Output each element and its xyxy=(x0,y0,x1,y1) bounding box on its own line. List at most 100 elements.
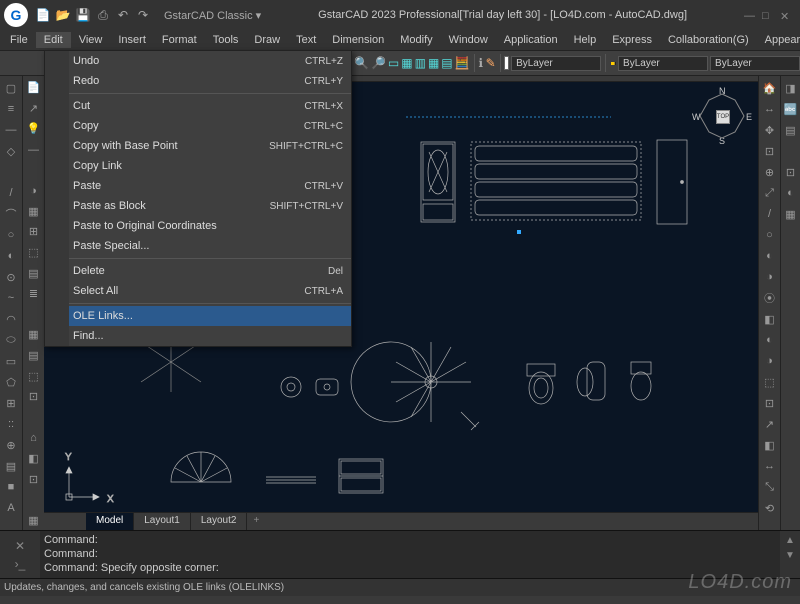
toolbar-button-a1[interactable]: 🔎 xyxy=(371,52,386,74)
modify-tool-16[interactable]: ↗ xyxy=(760,414,780,434)
draw-tool-2[interactable]: — xyxy=(1,120,21,140)
panel-tool-0[interactable]: ◨ xyxy=(781,78,800,98)
aux-tool-12[interactable]: ▦ xyxy=(24,325,44,345)
menu-item-paste-as-block[interactable]: ▣Paste as BlockSHIFT+CTRL+V xyxy=(45,196,351,216)
modify-tool-5[interactable]: ⤢ xyxy=(760,183,780,203)
aux-tool-16[interactable] xyxy=(24,408,44,428)
layer-select-2[interactable]: ByLayer xyxy=(710,56,800,71)
qat-button-5[interactable]: ↷ xyxy=(134,6,152,24)
menu-item-find---[interactable]: 🔍Find... xyxy=(45,326,351,346)
cmd-prompt-icon[interactable]: ›_ xyxy=(15,557,26,571)
menu-item-delete[interactable]: ◆DeleteDel xyxy=(45,261,351,281)
draw-tool-6[interactable]: ⌒ xyxy=(1,204,21,224)
draw-tool-20[interactable]: A xyxy=(1,498,21,518)
menu-item-copy-with-base-point[interactable]: 📋Copy with Base PointSHIFT+CTRL+C xyxy=(45,136,351,156)
draw-tool-5[interactable]: / xyxy=(1,183,21,203)
layer-select-1[interactable]: ByLayer xyxy=(618,56,708,71)
modify-tool-14[interactable]: ⬚ xyxy=(760,372,780,392)
aux-tool-2[interactable]: 💡 xyxy=(24,119,44,139)
aux-tool-19[interactable]: ⊡ xyxy=(24,469,44,489)
draw-tool-1[interactable]: ≡ xyxy=(1,99,21,119)
draw-tool-0[interactable]: ▢ xyxy=(1,78,21,98)
menu-item-copy-link[interactable]: 🔗Copy Link xyxy=(45,156,351,176)
modify-tool-1[interactable]: ↔ xyxy=(760,99,780,119)
aux-tool-3[interactable]: — xyxy=(24,140,44,160)
modify-tool-19[interactable]: ⤡ xyxy=(760,477,780,497)
modify-tool-2[interactable]: ✥ xyxy=(760,120,780,140)
menu-draw[interactable]: Draw xyxy=(246,32,288,48)
layout-tab-layout2[interactable]: Layout2 xyxy=(191,513,248,530)
view-cube-top[interactable]: TOP xyxy=(716,110,730,124)
qat-button-0[interactable]: 📄 xyxy=(34,6,52,24)
draw-tool-10[interactable]: ~ xyxy=(1,288,21,308)
aux-tool-5[interactable]: ◑ xyxy=(24,181,44,201)
toolbar-button-a0[interactable]: 🔍 xyxy=(354,52,369,74)
toolbar-button-a6[interactable]: ▤ xyxy=(441,52,452,74)
aux-tool-8[interactable]: ⬚ xyxy=(24,243,44,263)
toolbar-button-a7[interactable]: 🧮 xyxy=(455,52,470,74)
menu-item-redo[interactable]: ↷RedoCTRL+Y xyxy=(45,71,351,91)
modify-tool-17[interactable]: ◧ xyxy=(760,435,780,455)
menu-collaborationg[interactable]: Collaboration(G) xyxy=(660,32,757,48)
modify-tool-6[interactable]: / xyxy=(760,204,780,224)
aux-tool-20[interactable] xyxy=(24,490,44,510)
panel-tool-3[interactable] xyxy=(781,141,800,161)
panel-tool-6[interactable]: ▦ xyxy=(781,204,800,224)
aux-tool-0[interactable]: 📄 xyxy=(24,78,44,98)
modify-tool-11[interactable]: ◧ xyxy=(760,309,780,329)
modify-tool-20[interactable]: ⟲ xyxy=(760,498,780,518)
menu-edit[interactable]: Edit xyxy=(36,32,71,48)
close-button[interactable]: ✕ xyxy=(780,10,790,20)
layout-tab-layout1[interactable]: Layout1 xyxy=(134,513,191,530)
modify-tool-8[interactable]: ◐ xyxy=(760,246,780,266)
command-history[interactable]: Command:Command:Command: Specify opposit… xyxy=(40,531,780,578)
menu-tools[interactable]: Tools xyxy=(205,32,247,48)
draw-tool-16[interactable]: :: xyxy=(1,414,21,434)
menu-format[interactable]: Format xyxy=(154,32,205,48)
modify-tool-9[interactable]: ◑ xyxy=(760,267,780,287)
modify-tool-13[interactable]: ◑ xyxy=(760,351,780,371)
toolbar-button-b0[interactable]: ℹ xyxy=(478,52,484,74)
toolbar-button-b1[interactable]: ✎ xyxy=(486,52,496,74)
draw-tool-15[interactable]: ⊞ xyxy=(1,393,21,413)
draw-tool-4[interactable] xyxy=(1,162,21,182)
menu-item-paste[interactable]: 📄PasteCTRL+V xyxy=(45,176,351,196)
draw-tool-8[interactable]: ◐ xyxy=(1,246,21,266)
menu-modify[interactable]: Modify xyxy=(392,32,440,48)
cmd-scroll-up[interactable]: ▲ xyxy=(785,535,795,546)
aux-tool-10[interactable]: ≣ xyxy=(24,284,44,304)
cmd-scroll-down[interactable]: ▼ xyxy=(785,550,795,561)
menu-help[interactable]: Help xyxy=(566,32,605,48)
panel-tool-5[interactable]: ◐ xyxy=(781,183,800,203)
view-cube[interactable]: N S E W TOP xyxy=(694,88,750,144)
app-logo[interactable]: G xyxy=(4,3,28,27)
draw-tool-3[interactable]: ◇ xyxy=(1,141,21,161)
toolbar-button-a2[interactable]: ▭ xyxy=(388,52,399,74)
menu-item-paste-to-original-coordinates[interactable]: ▤Paste to Original Coordinates xyxy=(45,216,351,236)
aux-tool-15[interactable]: ⊡ xyxy=(24,387,44,407)
menu-file[interactable]: File xyxy=(2,32,36,48)
add-layout-tab[interactable]: + xyxy=(247,513,265,530)
qat-button-2[interactable]: 💾 xyxy=(74,6,92,24)
menu-item-cut[interactable]: ✂CutCTRL+X xyxy=(45,96,351,116)
draw-tool-19[interactable]: ■ xyxy=(1,477,21,497)
modify-tool-0[interactable]: 🏠 xyxy=(760,78,780,98)
draw-tool-17[interactable]: ⊕ xyxy=(1,435,21,455)
menu-item-paste-special---[interactable]: Paste Special... xyxy=(45,236,351,256)
aux-tool-9[interactable]: ▤ xyxy=(24,263,44,283)
aux-tool-21[interactable]: ▦ xyxy=(24,510,44,530)
draw-tool-13[interactable]: ▭ xyxy=(1,351,21,371)
draw-tool-14[interactable]: ⬠ xyxy=(1,372,21,392)
draw-tool-9[interactable]: ⊙ xyxy=(1,267,21,287)
aux-tool-17[interactable]: ⌂ xyxy=(24,428,44,448)
modify-tool-12[interactable]: ◐ xyxy=(760,330,780,350)
aux-tool-7[interactable]: ⊞ xyxy=(24,222,44,242)
toolbar-button-a4[interactable]: ▥ xyxy=(415,52,426,74)
panel-tool-1[interactable]: 🔤 xyxy=(781,99,800,119)
menu-express[interactable]: Express xyxy=(604,32,660,48)
workspace-selector[interactable]: GstarCAD Classic ▾ xyxy=(164,9,261,22)
panel-tool-4[interactable]: ⊡ xyxy=(781,162,800,182)
menu-item-copy[interactable]: 📋CopyCTRL+C xyxy=(45,116,351,136)
qat-button-4[interactable]: ↶ xyxy=(114,6,132,24)
qat-button-3[interactable]: ⎙ xyxy=(94,6,112,24)
